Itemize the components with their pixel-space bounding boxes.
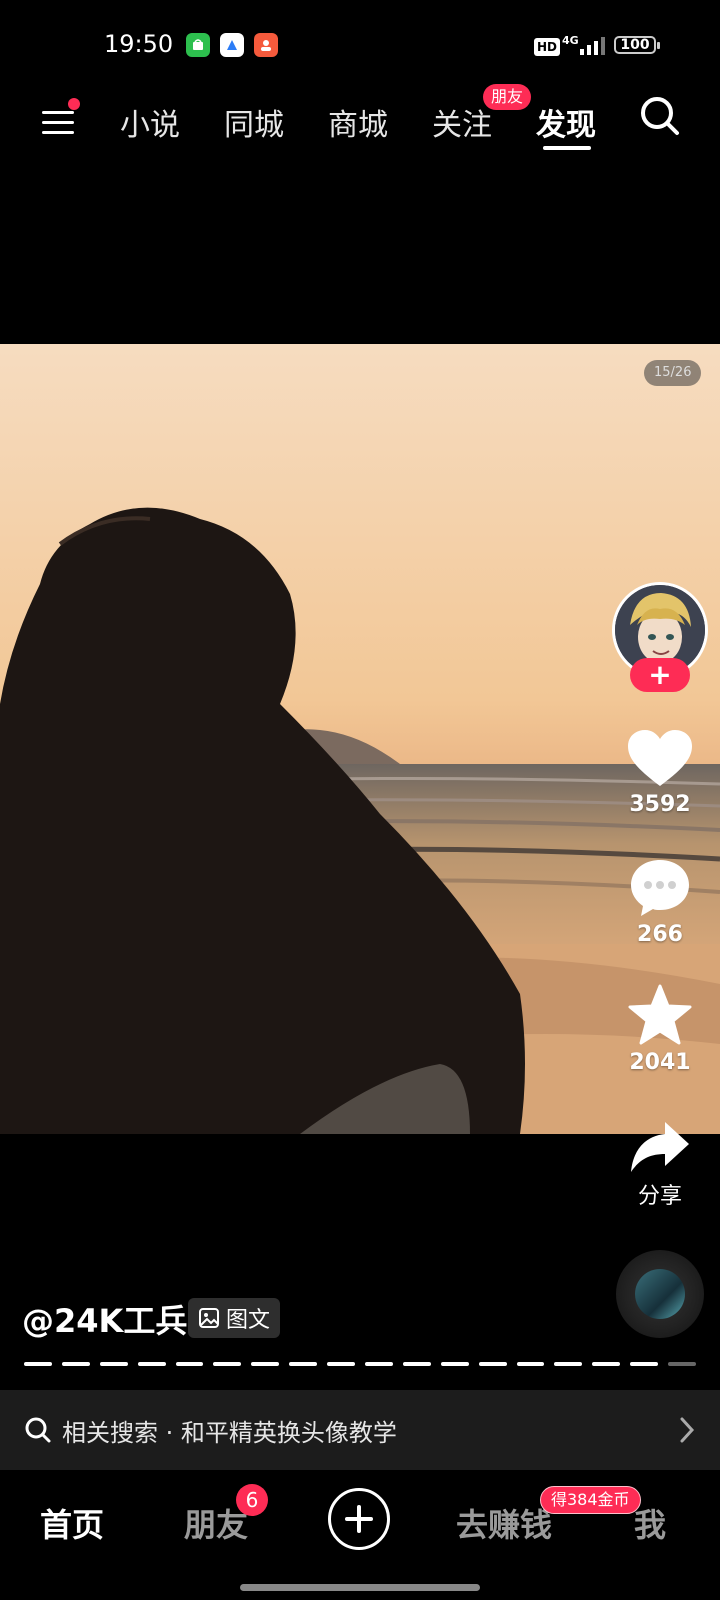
comment-button[interactable]: 266 [618,858,702,947]
comment-icon [631,860,689,916]
hd-badge: HD [534,38,561,56]
progress-segment [478,1362,507,1366]
create-post-button[interactable] [328,1488,390,1550]
related-search-bar[interactable]: 相关搜索 · 和平精英换头像教学 [0,1390,720,1470]
bottom-nav-earn[interactable]: 去赚钱 [456,1500,552,1546]
progress-segment [137,1362,166,1366]
favorite-count: 2041 [629,1050,691,1075]
tab-discover[interactable]: 发现 [536,100,596,144]
progress-segment [668,1362,697,1366]
share-button[interactable]: 分享 [618,1120,702,1210]
like-count: 3592 [629,792,691,817]
like-button[interactable]: 3592 [618,730,702,817]
status-time: 19:50 [104,30,174,58]
progress-segment [402,1362,431,1366]
progress-segment [61,1362,90,1366]
home-indicator[interactable] [240,1584,480,1591]
related-search-text: 相关搜索 · 和平精英换头像教学 [62,1418,397,1447]
battery-indicator: 100 [614,36,660,54]
bottom-nav-me[interactable]: 我 [634,1500,666,1546]
plus-icon [345,1505,373,1533]
beach-sunset-photo [0,344,720,1134]
comment-count: 266 [637,922,683,947]
tab-nearby[interactable]: 同城 [224,100,284,144]
favorite-button[interactable]: 2041 [618,984,702,1075]
music-disc[interactable] [616,1250,704,1338]
menu-button[interactable] [40,98,80,138]
music-cover-image [635,1269,685,1319]
progress-segment [516,1362,545,1366]
post-image[interactable] [0,344,720,1134]
active-tab-indicator [543,146,591,150]
coin-reward-badge: 得384金币 [540,1486,641,1514]
notification-dot [68,98,80,110]
signal-icon [580,35,605,55]
post-type-tag: 图文 [188,1298,281,1338]
shopping-app-icon [186,33,210,57]
red-app-icon [254,33,278,57]
friends-badge: 朋友 [483,84,532,110]
progress-segment [592,1362,621,1366]
share-arrow-icon [631,1122,689,1172]
star-icon [628,984,692,1045]
image-page-counter: 15/26 [644,360,702,386]
status-bar: 19:50 HD 4G 100 [0,0,720,90]
progress-segment [554,1362,583,1366]
progress-segment [175,1362,204,1366]
tab-following[interactable]: 关注 [432,100,492,144]
image-progress-bar [24,1362,697,1366]
post-type-label: 图文 [226,1308,271,1333]
progress-segment [440,1362,469,1366]
progress-segment [327,1362,356,1366]
author-name[interactable]: @24K工兵 [22,1296,187,1342]
share-label: 分享 [637,1184,682,1209]
top-nav: 小说 同城 商城 关注 朋友 发现 [0,84,720,160]
image-text-icon [199,1308,219,1328]
tab-novel[interactable]: 小说 [120,100,180,144]
progress-segment [24,1362,52,1366]
search-icon [25,1417,51,1443]
tab-mall[interactable]: 商城 [328,100,388,144]
progress-segment [213,1362,242,1366]
follow-button[interactable]: + [630,658,690,692]
blue-app-icon [220,33,244,57]
bottom-nav: 首页 朋友 6 去赚钱 得384金币 我 [0,1470,720,1600]
progress-segment [251,1362,280,1366]
progress-segment [99,1362,128,1366]
search-icon [641,97,679,135]
chevron-right-icon [680,1417,695,1443]
progress-segment [365,1362,393,1366]
friends-count-badge: 6 [236,1484,268,1516]
network-type: 4G [562,34,579,47]
bottom-nav-home[interactable]: 首页 [40,1500,104,1546]
progress-segment [289,1362,318,1366]
search-button[interactable] [638,94,682,138]
progress-segment [630,1362,659,1366]
heart-icon [628,730,692,786]
